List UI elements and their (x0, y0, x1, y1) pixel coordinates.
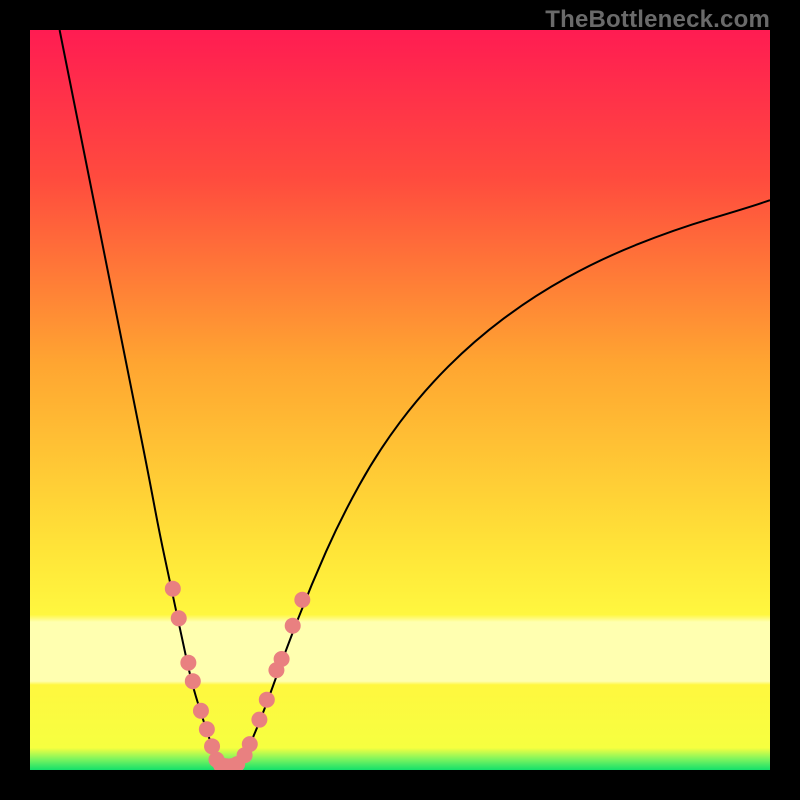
marker-dot (285, 618, 301, 634)
watermark-label: TheBottleneck.com (545, 6, 770, 34)
marker-dot (185, 673, 201, 689)
marker-dot (294, 592, 310, 608)
plot-area (30, 30, 770, 770)
bottleneck-curve (60, 30, 770, 766)
marker-dot (199, 721, 215, 737)
outer-black-frame: TheBottleneck.com (0, 0, 800, 800)
marker-dot (193, 703, 209, 719)
marker-dot (259, 692, 275, 708)
marker-dot (274, 651, 290, 667)
marker-dot (165, 581, 181, 597)
marker-dot (242, 736, 258, 752)
marker-dot (251, 712, 267, 728)
marker-dot (180, 655, 196, 671)
marker-dot (171, 610, 187, 626)
chart-svg (30, 30, 770, 770)
